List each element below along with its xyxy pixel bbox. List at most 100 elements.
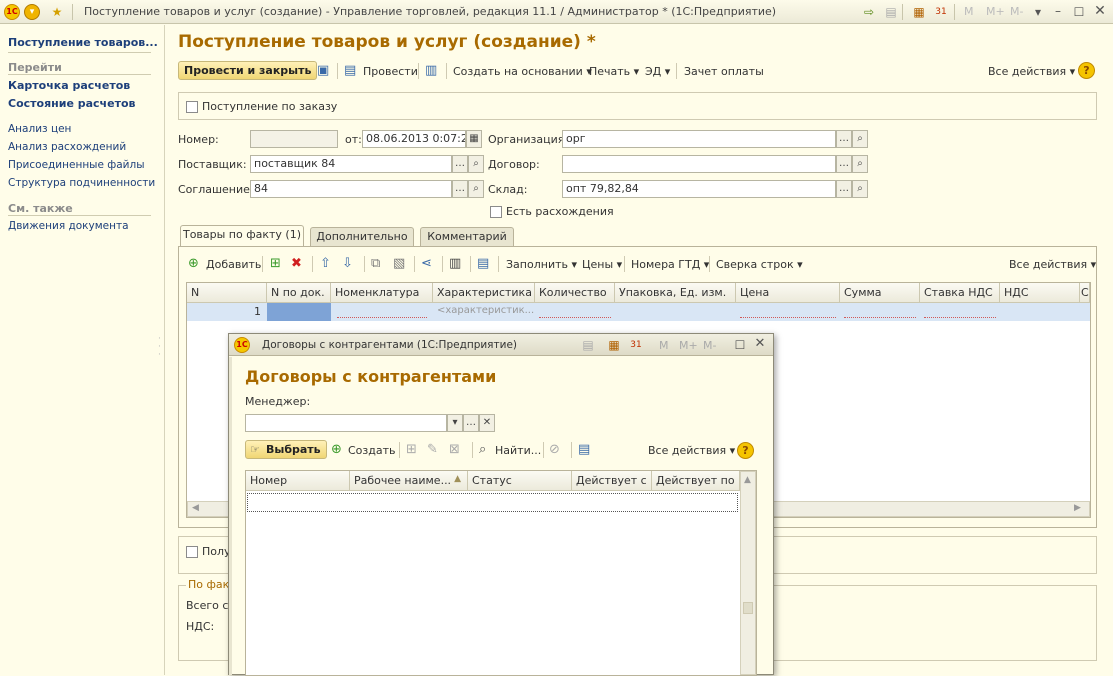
create-based-button[interactable]: Создать на основании ▾	[453, 65, 592, 78]
copy-icon[interactable]: ⧉	[371, 256, 380, 272]
organization-open-icon[interactable]: ⌕	[852, 130, 868, 148]
table-row[interactable]	[247, 493, 738, 512]
dialog-calculator-icon[interactable]: ▦	[607, 338, 621, 352]
sidebar-link-settlement-card[interactable]: Карточка расчетов	[8, 79, 130, 92]
col-header-characteristic[interactable]: Характеристика	[433, 283, 535, 303]
calendar-picker-icon[interactable]: ▦	[466, 130, 482, 148]
dialog-vertical-scrollbar[interactable]: ▲	[740, 471, 756, 675]
scroll-left-icon[interactable]: ◀	[192, 503, 199, 513]
goods-all-actions-button[interactable]: Все действия ▾	[1009, 258, 1096, 271]
sidebar-link-attached-files[interactable]: Присоединенные файлы	[8, 159, 145, 171]
save-icon[interactable]: ▣	[317, 63, 329, 79]
dialog-memory-m-button[interactable]: M	[659, 339, 669, 352]
print-icon[interactable]: ▤	[884, 5, 898, 19]
all-actions-button[interactable]: Все действия ▾	[988, 65, 1075, 78]
calculator-icon[interactable]: ▦	[912, 5, 926, 19]
col-header-more[interactable]: С	[1080, 283, 1090, 303]
manager-dropdown-icon[interactable]: ▾	[447, 414, 463, 432]
post-icon[interactable]: ▤	[344, 63, 356, 79]
split-icon[interactable]: ⋖	[421, 256, 432, 272]
dialog-delete-icon[interactable]: ⊠	[449, 442, 460, 458]
col-header-sum[interactable]: Сумма	[840, 283, 920, 303]
scroll-thumb[interactable]	[743, 602, 753, 614]
dialog-copy-icon[interactable]: ⊞	[406, 442, 417, 458]
sidebar-link-discrepancy-analysis[interactable]: Анализ расхождений	[8, 141, 126, 153]
supplier-open-icon[interactable]: ⌕	[468, 155, 484, 173]
contracts-table[interactable]: Номер Рабочее наиме... ▲ Статус Действует…	[245, 470, 757, 676]
supplier-field[interactable]: поставщик 84	[250, 155, 452, 173]
col-header-price[interactable]: Цена	[736, 283, 840, 303]
dialog-col-valid-from[interactable]: Действует с	[572, 471, 652, 491]
dialog-edit-icon[interactable]: ✎	[427, 442, 438, 458]
minimize-icon[interactable]: –	[1051, 4, 1065, 18]
row-characteristic-cell[interactable]: <характеристик...	[437, 305, 534, 316]
contract-field[interactable]	[562, 155, 836, 173]
row-doc-n-cell[interactable]	[267, 303, 331, 321]
delete-icon[interactable]: ✖	[291, 256, 302, 272]
dropdown-icon[interactable]: ▾	[1031, 5, 1045, 19]
warehouse-select-button[interactable]: …	[836, 180, 852, 198]
col-header-vat-rate[interactable]: Ставка НДС	[920, 283, 1000, 303]
sidebar-header[interactable]: Поступление товаров...	[8, 36, 160, 49]
move-down-icon[interactable]: ⇩	[342, 256, 353, 272]
paste-icon[interactable]: ▧	[393, 256, 405, 272]
dialog-create-icon[interactable]: ⊕	[331, 442, 342, 458]
splitter-handle[interactable]: · · ·	[158, 335, 161, 360]
post-and-close-button[interactable]: Провести и закрыть	[178, 61, 318, 80]
dialog-cancel-find-icon[interactable]: ⊘	[549, 442, 560, 458]
favorites-star-icon[interactable]: ★	[50, 5, 64, 19]
supplier-select-button[interactable]: …	[452, 155, 468, 173]
memory-m-button[interactable]: M	[964, 5, 974, 18]
dialog-col-work-name[interactable]: Рабочее наиме... ▲	[350, 471, 468, 491]
ed-menu-button[interactable]: ЭД ▾	[645, 65, 670, 78]
gtd-menu-button[interactable]: Номера ГТД ▾	[631, 258, 709, 271]
agreement-select-button[interactable]: …	[452, 180, 468, 198]
memory-plus-button[interactable]: M+	[986, 5, 1005, 18]
scroll-right-icon[interactable]: ▶	[1074, 503, 1081, 513]
col-header-quantity[interactable]: Количество	[535, 283, 615, 303]
dialog-close-icon[interactable]: ✕	[753, 337, 767, 351]
dialog-print-icon[interactable]: ▤	[581, 338, 595, 352]
contract-open-icon[interactable]: ⌕	[852, 155, 868, 173]
by-order-checkbox[interactable]	[186, 101, 198, 113]
organization-select-button[interactable]: …	[836, 130, 852, 148]
col-header-n[interactable]: N	[187, 283, 267, 303]
dialog-col-status[interactable]: Статус	[468, 471, 572, 491]
dialog-memory-plus-button[interactable]: M+	[679, 339, 698, 352]
nav-arrow-icon[interactable]: ⇨	[862, 5, 876, 19]
table-row[interactable]: 1 <характеристик...	[187, 303, 1090, 321]
dialog-create-button[interactable]: Создать	[348, 444, 396, 457]
help-icon[interactable]: ?	[1078, 62, 1095, 79]
dialog-all-actions-button[interactable]: Все действия ▾	[648, 444, 735, 457]
col-header-vat[interactable]: НДС	[1000, 283, 1080, 303]
select-button[interactable]: ☞ Выбрать	[245, 440, 327, 459]
dialog-help-icon[interactable]: ?	[737, 442, 754, 459]
dialog-find-button[interactable]: Найти...	[495, 444, 541, 457]
dialog-col-valid-to[interactable]: Действует по	[652, 471, 740, 491]
dialog-col-number[interactable]: Номер	[246, 471, 350, 491]
add-button[interactable]: Добавить	[206, 258, 261, 271]
col-header-package[interactable]: Упаковка, Ед. изм.	[615, 283, 736, 303]
scroll-up-icon[interactable]: ▲	[744, 475, 751, 485]
fill-menu-button[interactable]: Заполнить ▾	[506, 258, 577, 271]
calendar-icon[interactable]: 31	[934, 5, 948, 19]
add-icon[interactable]: ⊕	[188, 256, 199, 272]
memory-minus-button[interactable]: M-	[1010, 5, 1023, 18]
app-logo-icon[interactable]: 1С	[4, 4, 20, 20]
dialog-calendar-icon[interactable]: 31	[629, 338, 643, 352]
sidebar-link-subordination[interactable]: Структура подчиненности	[8, 177, 155, 189]
tab-goods[interactable]: Товары по факту (1)	[180, 225, 304, 246]
move-up-icon[interactable]: ⇧	[320, 256, 331, 272]
dialog-maximize-icon[interactable]: ☐	[733, 338, 747, 352]
reconcile-menu-button[interactable]: Сверка строк ▾	[716, 258, 803, 271]
dialog-memory-minus-button[interactable]: M-	[703, 339, 716, 352]
main-menu-icon[interactable]: ▾	[24, 4, 40, 20]
dialog-find-icon[interactable]: ⌕	[479, 442, 486, 458]
maximize-icon[interactable]: ☐	[1072, 5, 1086, 19]
barcode-icon[interactable]: ▥	[449, 256, 461, 272]
sidebar-link-settlement-state[interactable]: Состояние расчетов	[8, 97, 135, 110]
prices-menu-button[interactable]: Цены ▾	[582, 258, 622, 271]
col-header-nomenclature[interactable]: Номенклатура	[331, 283, 433, 303]
print-menu-button[interactable]: Печать ▾	[589, 65, 639, 78]
agreement-open-icon[interactable]: ⌕	[468, 180, 484, 198]
